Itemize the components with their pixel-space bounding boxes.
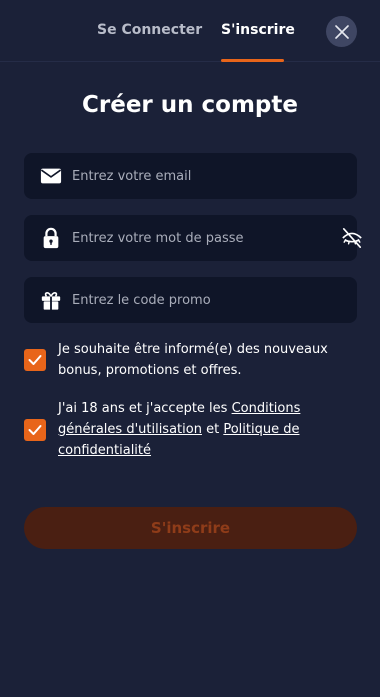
auth-tabs: Se Connecter S'inscrire — [0, 0, 380, 62]
eye-off-icon[interactable] — [340, 227, 364, 249]
newsletter-label: Je souhaite être informé(e) des nouveaux… — [58, 342, 328, 378]
terms-text-before: J'ai 18 ans et j'accepte les — [58, 401, 232, 416]
terms-label: J'ai 18 ans et j'accepte les Conditions … — [58, 398, 348, 461]
close-button[interactable] — [326, 16, 357, 47]
tab-login[interactable]: Se Connecter — [97, 22, 202, 38]
password-field-container — [24, 215, 362, 261]
active-tab-indicator — [221, 59, 284, 62]
register-submit-button[interactable]: S'inscrire — [24, 507, 357, 549]
promo-code-input[interactable] — [72, 277, 322, 323]
page-title: Créer un compte — [82, 92, 298, 118]
promo-field-container — [24, 277, 357, 323]
check-icon — [28, 355, 42, 365]
mail-icon — [40, 168, 62, 184]
lock-icon — [43, 227, 59, 249]
terms-text-mid: et — [201, 422, 224, 437]
password-input[interactable] — [72, 215, 322, 261]
email-input[interactable] — [72, 153, 322, 199]
tab-register[interactable]: S'inscrire — [221, 22, 295, 38]
gift-icon — [41, 292, 61, 311]
email-field-container — [24, 153, 357, 199]
close-icon — [334, 24, 349, 39]
terms-checkbox[interactable] — [24, 419, 46, 441]
newsletter-checkbox[interactable] — [24, 349, 46, 371]
check-icon — [28, 425, 42, 435]
